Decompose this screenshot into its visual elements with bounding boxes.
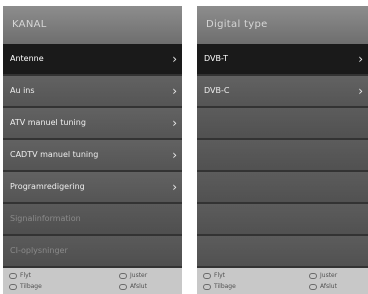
hint-back: Tilbage (9, 282, 42, 291)
remote-arrows-icon (9, 272, 17, 279)
hint-back: Tilbage (203, 282, 236, 291)
menu-item-label: Signalinformation (10, 214, 81, 223)
remote-ok-icon (309, 272, 317, 279)
menu-item-program-editing[interactable]: Programredigering › (3, 172, 182, 204)
menu-item-label: CI-oplysninger (10, 246, 68, 255)
menu-title: KANAL (3, 6, 182, 44)
hint-adjust: Juster (119, 271, 147, 280)
menu-item-label: ATV manuel tuning (10, 118, 86, 127)
chevron-right-icon: › (358, 84, 363, 98)
menu-item-label: DVB-T (204, 54, 229, 63)
menu-footer-hints: Flyt Juster Tilbage Afslut (197, 268, 368, 294)
chevron-right-icon: › (172, 84, 177, 98)
menu-item-antenne[interactable]: Antenne › (3, 44, 182, 76)
back-icon (203, 283, 211, 290)
menu-item-label: Antenne (10, 54, 44, 63)
hint-exit: Afslut (119, 282, 147, 291)
back-icon (9, 283, 17, 290)
chevron-right-icon: › (172, 116, 177, 130)
menu-item-ci-information: CI-oplysninger (3, 236, 182, 268)
empty-row (197, 204, 368, 236)
menu-item-label: DVB-C (204, 86, 230, 95)
chevron-right-icon: › (172, 148, 177, 162)
menu-item-dvb-c[interactable]: DVB-C › (197, 76, 368, 108)
menu-footer-hints: Flyt Juster Tilbage Afslut (3, 268, 182, 294)
menu-title: Digital type (197, 6, 368, 44)
hint-adjust: Juster (309, 271, 337, 280)
hint-exit: Afslut (309, 282, 337, 291)
menu-item-label: Programredigering (10, 182, 85, 191)
menu-item-atv-manual-tuning[interactable]: ATV manuel tuning › (3, 108, 182, 140)
menu-item-auto-tuning[interactable]: Au ins › (3, 76, 182, 108)
digital-type-list: DVB-T › DVB-C › (197, 44, 368, 268)
remote-arrows-icon (203, 272, 211, 279)
empty-row (197, 172, 368, 204)
empty-row (197, 108, 368, 140)
chevron-right-icon: › (172, 180, 177, 194)
menu-item-cadtv-manual-tuning[interactable]: CADTV manuel tuning › (3, 140, 182, 172)
channel-menu-panel: KANAL Antenne › Au ins › ATV manuel tuni… (3, 6, 182, 294)
menu-item-signal-information: Signalinformation (3, 204, 182, 236)
chevron-right-icon: › (358, 52, 363, 66)
hint-move: Flyt (9, 271, 31, 280)
hint-move: Flyt (203, 271, 225, 280)
menu-item-dvb-t[interactable]: DVB-T › (197, 44, 368, 76)
empty-row (197, 236, 368, 268)
exit-icon (309, 283, 317, 290)
chevron-right-icon: › (172, 52, 177, 66)
remote-ok-icon (119, 272, 127, 279)
menu-item-label: CADTV manuel tuning (10, 150, 99, 159)
channel-menu-list: Antenne › Au ins › ATV manuel tuning › C… (3, 44, 182, 268)
digital-type-panel: Digital type DVB-T › DVB-C › Flyt Juster… (197, 6, 368, 294)
exit-icon (119, 283, 127, 290)
menu-item-label: Au ins (10, 86, 35, 95)
empty-row (197, 140, 368, 172)
